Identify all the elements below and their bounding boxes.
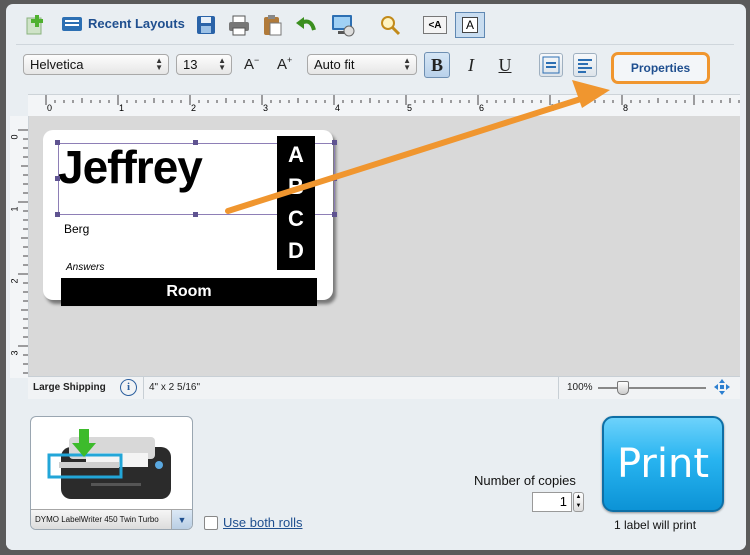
printer-image [47,429,171,499]
printer-selector[interactable]: DYMO LabelWriter 450 Twin Turbo ▼ [30,416,193,530]
info-icon[interactable]: i [120,379,137,396]
copies-stepper[interactable]: ▲ ▼ [573,492,584,512]
label-size: 4" x 2 5/16" [149,382,201,393]
print-button[interactable]: Print [602,416,724,512]
use-both-rolls-checkbox[interactable] [204,516,218,530]
fit-window-icon[interactable] [714,379,730,395]
printer-dropdown[interactable]: DYMO LabelWriter 450 Twin Turbo ▼ [31,509,192,529]
print-panel: DYMO LabelWriter 450 Twin Turbo ▼ Use bo… [6,400,746,550]
status-divider [143,377,144,399]
zoom-slider[interactable] [598,387,706,389]
printer-name: DYMO LabelWriter 450 Twin Turbo [35,515,159,524]
label-type: Large Shipping [33,382,106,393]
dymo-label-window: Recent Layouts <A A Helvetica ▲ ▼ 13 ▲ ▼ A… [6,4,746,550]
print-note: 1 label will print [614,518,697,532]
copies-input[interactable]: 1 [532,492,572,512]
status-bar: Large Shipping i 4" x 2 5/16" 100% [28,376,740,399]
use-both-rolls-link[interactable]: Use both rolls [223,515,302,530]
chevron-down-icon[interactable]: ▼ [171,510,192,529]
annotation-arrow [225,80,610,214]
status-divider [558,377,559,399]
zoom-slider-thumb[interactable] [617,381,629,395]
copies-label: Number of copies [474,473,576,488]
zoom-value: 100% [567,382,593,393]
